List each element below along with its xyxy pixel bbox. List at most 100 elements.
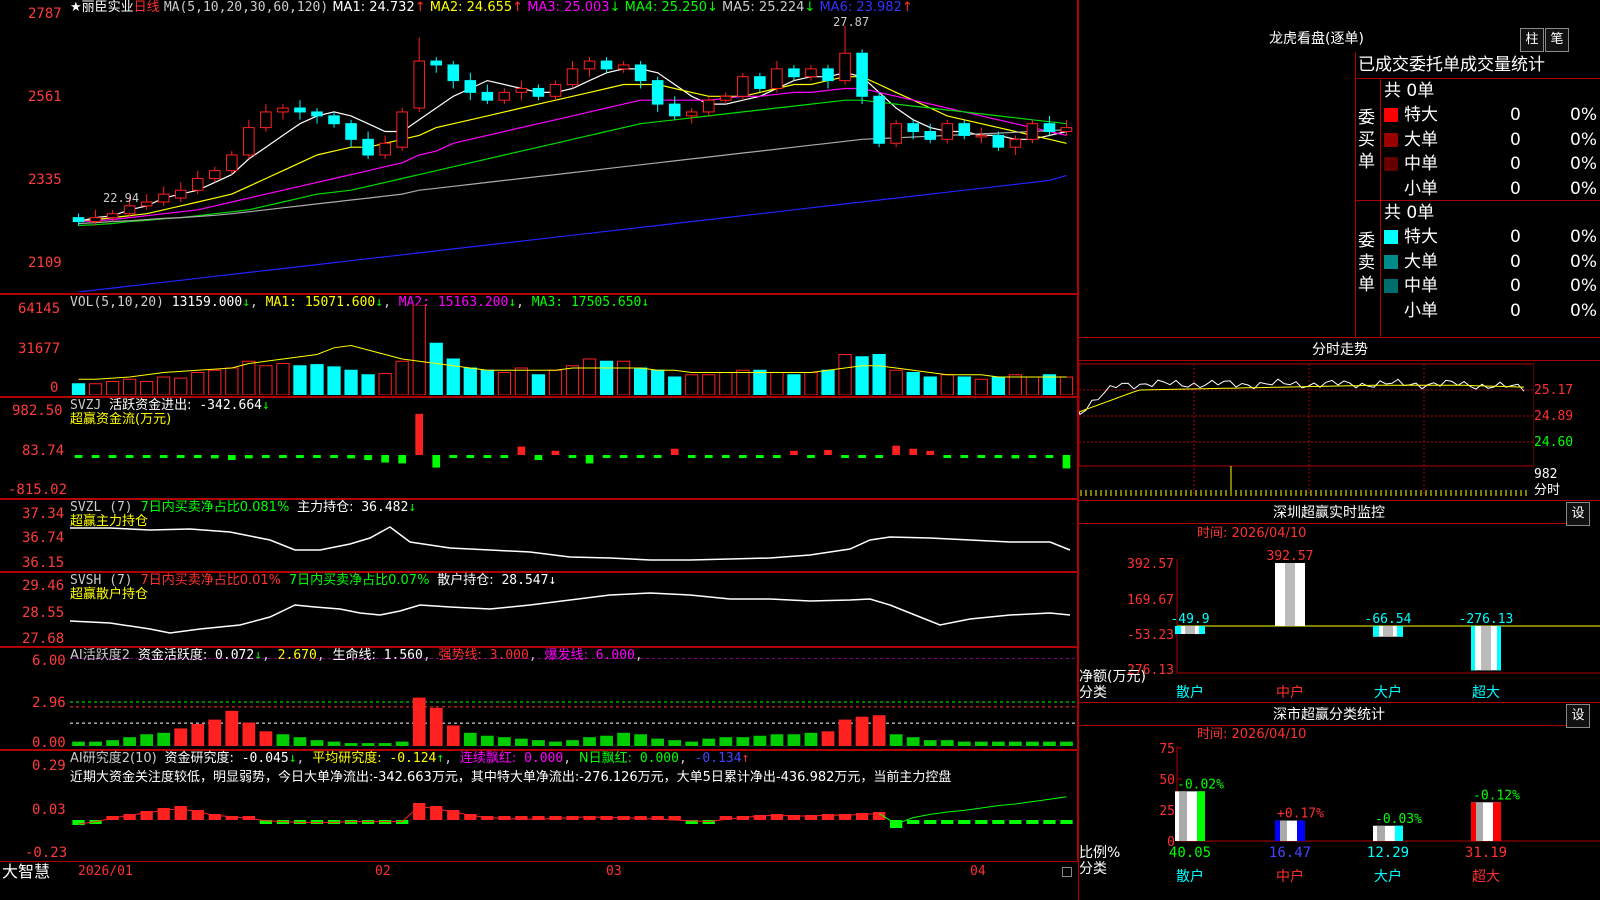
monitor-bar-shade xyxy=(1383,626,1393,637)
volume-bar xyxy=(174,377,188,395)
volume-bar xyxy=(259,365,273,395)
sell-label: 大单 xyxy=(1404,251,1438,272)
research-bar xyxy=(992,820,1005,824)
classify-bar-shade xyxy=(1377,825,1385,841)
svzj-chart[interactable] xyxy=(70,405,1075,497)
candle xyxy=(226,154,238,172)
fund-flow-bar xyxy=(858,455,866,458)
fund-flow-bar xyxy=(176,455,185,458)
candle xyxy=(498,91,511,101)
monitor-category-label: 大户 xyxy=(1374,684,1402,701)
vol-axis-0: 64145 xyxy=(18,301,61,317)
buy-count: 0 xyxy=(1510,154,1521,174)
fund-flow-bar xyxy=(756,455,764,458)
sell-swatch xyxy=(1384,279,1398,293)
volume-bar xyxy=(565,365,580,395)
volume-bar xyxy=(378,373,392,395)
fund-flow-bar xyxy=(773,455,781,458)
research-line-down xyxy=(878,796,1067,825)
monitor-settings-button[interactable]: 设 xyxy=(1566,502,1590,526)
candle xyxy=(583,60,596,70)
classify-change-label: +0.17% xyxy=(1277,807,1324,822)
fund-flow-bar xyxy=(364,455,372,461)
lock-icon[interactable] xyxy=(1062,867,1072,877)
fund-flow-bar xyxy=(892,445,900,455)
svsh-axis-1: 28.55 xyxy=(22,605,65,621)
tick-mode-button[interactable]: 笔 xyxy=(1545,28,1569,52)
bar-mode-button[interactable]: 柱 xyxy=(1520,28,1544,52)
monitor-bar-edge xyxy=(1471,626,1475,671)
ai2-last: -0.134 xyxy=(694,751,742,766)
monitor-bar-2 xyxy=(1373,626,1403,637)
monitor-bar-shade xyxy=(1481,626,1491,671)
classify-bar-shade xyxy=(1179,791,1187,841)
classify-settings-button[interactable]: 设 xyxy=(1566,704,1590,728)
volume-bar xyxy=(242,360,256,395)
activity-bar xyxy=(276,734,290,746)
fund-flow-bar xyxy=(108,455,117,458)
ma2-value: MA2: 24.655 xyxy=(425,0,513,15)
classify-bar-shade xyxy=(1475,802,1483,841)
activity-bar xyxy=(515,738,528,746)
svsh-axis-0: 29.46 xyxy=(22,578,65,594)
candle xyxy=(123,205,136,215)
buy-row: 小单 0 0% xyxy=(1384,178,1600,200)
ma-line-2 xyxy=(78,76,1067,223)
classify-category-label: 大户 xyxy=(1374,868,1402,885)
star-icon[interactable]: ★ xyxy=(70,0,82,15)
fund-flow-bar xyxy=(926,450,935,455)
volume-chart[interactable] xyxy=(70,305,1075,395)
intraday-axis-1: 24.89 xyxy=(1534,409,1574,424)
volume-bar xyxy=(719,372,733,395)
intraday-panel[interactable]: 分时走势 25.17 24.89 24.60 982 分时 xyxy=(1079,338,1600,501)
monitor-ylabel: 净额(万元) xyxy=(1079,669,1146,685)
candle xyxy=(924,131,936,140)
monitor-value-label: 392.57 xyxy=(1267,549,1314,564)
fund-flow-bar xyxy=(432,455,441,468)
volume-bar xyxy=(276,363,290,395)
svsh-chart[interactable] xyxy=(70,575,1075,645)
ma1-value: MA1: 24.732 xyxy=(332,0,415,15)
ma3-arrow: ↓ xyxy=(609,0,621,15)
activity-bar xyxy=(395,741,409,746)
main-chart-area[interactable]: ★丽臣实业日线 MA(5,10,20,30,60,120) MA1: 24.73… xyxy=(0,0,1078,900)
activity-bar xyxy=(480,735,494,746)
candlestick-chart[interactable] xyxy=(70,18,1075,292)
svzl-chart[interactable] xyxy=(70,502,1075,570)
buy-count: 0 xyxy=(1510,178,1521,199)
monitor-chart[interactable]: 392.57 169.67 -53.23 -276.13 -49.9 散户 392.57 中户… xyxy=(1079,541,1600,702)
classify-category-label: 散户 xyxy=(1176,868,1204,885)
ai-activity-chart[interactable] xyxy=(70,658,1075,748)
ai2-axis-0: 0.29 xyxy=(32,758,66,774)
volume-bar xyxy=(770,372,784,395)
period-label[interactable]: 日线 xyxy=(134,0,160,15)
classify-ylabel: 比例% xyxy=(1079,845,1120,861)
volume-bar xyxy=(293,365,307,395)
ai2-avg-v: -0.124 xyxy=(389,751,437,766)
volume-bar xyxy=(429,342,443,395)
fund-flow-bar xyxy=(330,455,338,458)
buy-count: 0 xyxy=(1510,105,1521,125)
activity-bar xyxy=(174,728,188,746)
activity-bar xyxy=(446,725,460,746)
classify-chart[interactable]: 7550250-0.02%40.05散户+0.17%16.47中户-0.03%1… xyxy=(1079,741,1600,900)
research-bar xyxy=(174,806,187,820)
ai2-lh-v: 0.000 xyxy=(524,751,564,766)
intraday-price-line xyxy=(1079,378,1525,416)
monitor-value-label: -276.13 xyxy=(1459,612,1514,627)
intraday-axis-3: 982 xyxy=(1534,467,1558,482)
volume-bar xyxy=(821,369,835,395)
dragon-tiger-panel: 龙虎看盘(逐单) 柱 笔 已成交委托单成交量统计 委买单 委卖单 共 0单 共 … xyxy=(1079,0,1600,338)
volume-bar xyxy=(838,354,852,395)
activity-bar xyxy=(361,743,375,746)
candle xyxy=(328,115,340,125)
volume-bar xyxy=(616,360,631,395)
sell-side-label: 委卖单 xyxy=(1358,231,1375,295)
candle xyxy=(873,95,885,144)
ma5-arrow: ↓ xyxy=(804,0,816,15)
sell-count: 0 xyxy=(1510,227,1521,247)
intraday-chart[interactable] xyxy=(1079,362,1534,498)
ai-research-chart[interactable] xyxy=(70,788,1075,860)
ma1-arrow: ↑ xyxy=(414,0,426,15)
volume-bar xyxy=(497,372,511,395)
